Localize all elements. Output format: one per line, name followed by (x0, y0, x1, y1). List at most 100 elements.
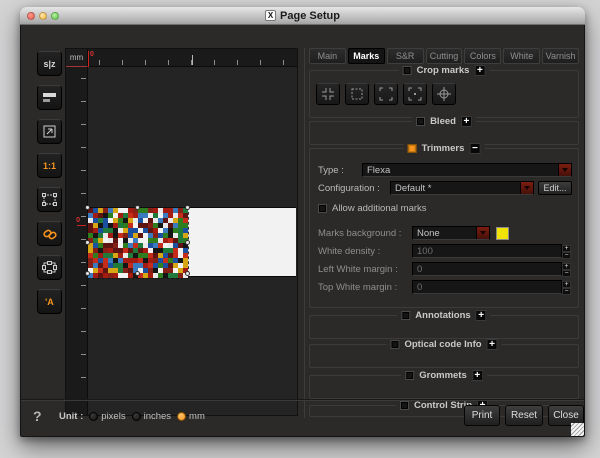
mirror-icon: s|z (43, 58, 56, 69)
selection-handle-bottom-right[interactable] (185, 271, 190, 276)
zoom-one-to-one-button[interactable]: 1:1 (37, 153, 62, 178)
trimmer-config-label: Configuration : (318, 182, 380, 194)
top-white-margin-step-up-button[interactable]: + (562, 281, 571, 288)
trimmer-config-edit-button[interactable]: Edit... (538, 181, 572, 195)
unit-option-pixels[interactable]: pixels (89, 411, 126, 422)
left-white-margin-step-down-button[interactable]: − (562, 270, 571, 277)
vruler-origin-tick (77, 225, 86, 226)
selection-handle-bottom-left[interactable] (85, 271, 90, 276)
marks-background-dropdown-arrow-icon[interactable] (476, 227, 489, 239)
vruler-origin-label: 0 (76, 217, 80, 224)
zoom-window-button[interactable] (51, 12, 59, 20)
expand-frame-button[interactable] (37, 255, 62, 280)
annotations-checkbox[interactable] (401, 311, 411, 320)
grommets-label: Grommets (419, 370, 467, 381)
grommets-checkbox[interactable] (405, 371, 415, 380)
align-bars-icon (43, 93, 56, 102)
trimmer-type-select[interactable]: Flexa (362, 163, 572, 177)
dashed-frame-button[interactable] (345, 83, 369, 105)
optical-code-expand-button[interactable]: + (486, 339, 498, 350)
ruler-unit-label: mm (69, 53, 84, 62)
bleed-section: Bleed + (309, 116, 579, 145)
top-white-margin-step-down-button[interactable]: − (562, 288, 571, 295)
hruler-origin-line (88, 51, 89, 67)
crop-marks-checkbox[interactable] (402, 66, 412, 75)
grommets-expand-button[interactable]: + (471, 370, 483, 381)
unit-label: Unit : (59, 411, 84, 422)
tab-white[interactable]: White (503, 48, 541, 64)
font-button[interactable]: 'A (37, 289, 62, 314)
marks-background-swatch[interactable] (496, 226, 509, 240)
white-density-label: White density : (318, 245, 381, 257)
selection-handle-middle-left[interactable] (85, 240, 90, 245)
trimmers-checkbox[interactable] (407, 144, 417, 153)
crop-marks-label: Crop marks (416, 65, 470, 76)
unit-option-mm[interactable]: mm (177, 411, 205, 422)
bracket-dots-button[interactable] (403, 83, 427, 105)
bleed-checkbox[interactable] (416, 117, 426, 126)
fit-frame-button[interactable] (37, 187, 62, 212)
reset-button[interactable]: Reset (505, 405, 543, 426)
open-preview-button[interactable] (37, 119, 62, 144)
pixels-radio[interactable] (89, 412, 99, 421)
horizontal-ruler: 0 (88, 49, 297, 67)
align-bars-button[interactable] (37, 85, 62, 110)
desktop: { "window": { "title": "Page Setup", "ic… (0, 0, 600, 458)
selection-handle-top-left[interactable] (85, 205, 90, 210)
marks-background-value: None (417, 227, 440, 239)
trimmers-collapse-button[interactable]: − (469, 143, 481, 154)
media-page-strip (85, 205, 296, 279)
layout-canvas[interactable] (85, 67, 297, 415)
corner-marks-button[interactable] (316, 83, 340, 105)
close-window-button[interactable] (27, 12, 35, 20)
allow-additional-marks-checkbox[interactable] (318, 203, 327, 213)
tab-sr[interactable]: S&R (386, 48, 424, 64)
left-white-margin-step-up-button[interactable]: + (562, 263, 571, 270)
bleed-label: Bleed (430, 116, 456, 127)
annotations-expand-button[interactable]: + (475, 310, 487, 321)
minimize-window-button[interactable] (39, 12, 47, 20)
left-white-margin-input[interactable]: 0 + − (412, 262, 571, 277)
bleed-expand-button[interactable]: + (460, 116, 472, 127)
white-density-input[interactable]: 100 + − (412, 244, 571, 259)
bracket-frame-button[interactable] (374, 83, 398, 105)
link-chain-button[interactable] (37, 221, 62, 246)
resize-grip[interactable] (571, 423, 584, 436)
tab-main[interactable]: Main (309, 48, 346, 64)
mirror-button[interactable]: s|z (37, 51, 62, 76)
registration-target-button[interactable] (432, 83, 456, 105)
marks-background-label: Marks background : (318, 227, 402, 239)
inches-radio[interactable] (131, 412, 141, 421)
unit-option-inches[interactable]: inches (131, 411, 172, 422)
link-chain-icon (42, 229, 57, 239)
left-white-margin-value: 0 (417, 263, 423, 275)
crop-marks-expand-button[interactable]: + (474, 65, 486, 76)
trimmer-type-dropdown-arrow-icon[interactable] (558, 164, 571, 176)
tab-varnish[interactable]: Varnish (542, 48, 580, 64)
corner-marks-icon (322, 88, 334, 100)
inches-radio-label: inches (143, 411, 172, 422)
mm-radio[interactable] (177, 412, 187, 421)
preview-image[interactable] (87, 207, 189, 279)
selection-handle-middle-right[interactable] (185, 240, 190, 245)
white-density-step-up-button[interactable]: + (562, 245, 571, 252)
window-title: Page Setup (280, 9, 340, 22)
titlebar[interactable]: X Page Setup (20, 7, 585, 25)
hruler-ticks (99, 60, 297, 65)
optical-code-checkbox[interactable] (390, 340, 400, 349)
top-white-margin-input[interactable]: 0 + − (412, 280, 571, 295)
tab-colors[interactable]: Colors (464, 48, 502, 64)
print-button[interactable]: Print (464, 405, 500, 426)
help-button[interactable]: ? (33, 408, 42, 424)
bracket-frame-icon (379, 87, 393, 101)
white-density-step-down-button[interactable]: − (562, 252, 571, 259)
trimmer-config-dropdown-arrow-icon[interactable] (520, 182, 533, 194)
footer-bar: ? Unit : pixels inches mm Print Reset Cl… (21, 399, 584, 436)
tab-cutting[interactable]: Cutting (425, 48, 463, 64)
selection-handle-top-center[interactable] (135, 205, 140, 210)
trimmer-config-select[interactable]: Default * (390, 181, 534, 195)
selection-handle-top-right[interactable] (185, 205, 190, 210)
selection-handle-bottom-center[interactable] (135, 271, 140, 276)
marks-background-select[interactable]: None (412, 226, 490, 240)
tab-marks[interactable]: Marks (347, 48, 385, 64)
